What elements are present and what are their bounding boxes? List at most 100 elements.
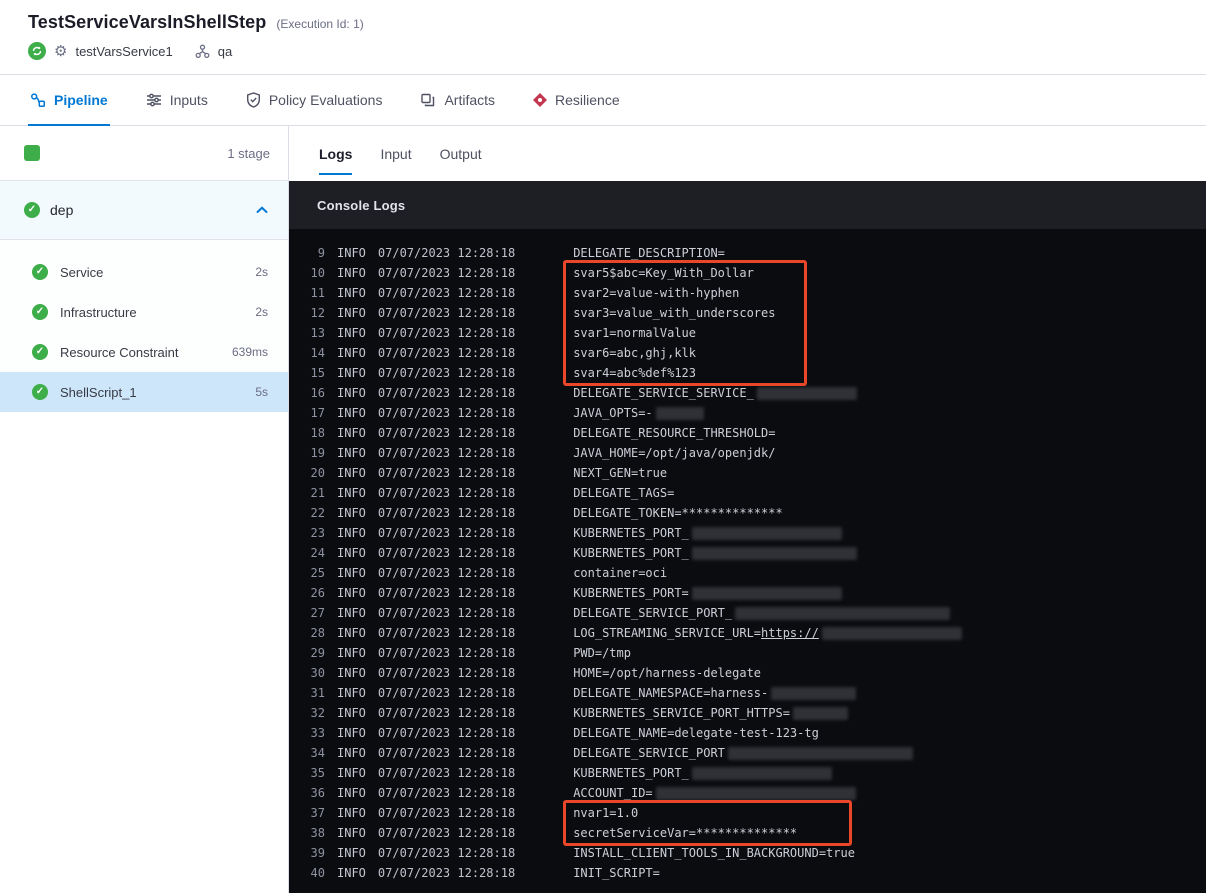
log-message: svar1=normalValue [573, 326, 697, 340]
log-timestamp: 07/07/2023 12:28:18 [377, 726, 516, 740]
tab-artifacts[interactable]: Artifacts [420, 75, 495, 125]
log-line: 28 INFO 07/07/2023 12:28:18 LOG_STREAMING_S… [301, 623, 1206, 643]
log-message: NEXT_GEN=true [573, 466, 668, 480]
log-timestamp: 07/07/2023 12:28:18 [377, 646, 516, 660]
line-number: 31 [310, 686, 325, 700]
log-level: INFO [337, 446, 366, 460]
log-line: 12 INFO 07/07/2023 12:28:18 svar3=value_wit… [301, 303, 1206, 323]
log-level: INFO [337, 646, 366, 660]
log-message: DELEGATE_SERVICE_PORT [573, 743, 913, 763]
log-line: 16 INFO 07/07/2023 12:28:18 DELEGATE_SERVIC… [301, 383, 1206, 403]
redacted-text [691, 766, 832, 780]
sidebar-step-infrastructure[interactable]: ✓ Infrastructure 2s [0, 292, 288, 332]
line-number: 15 [310, 366, 325, 380]
tab-policy-evaluations[interactable]: Policy Evaluations [246, 75, 382, 125]
gear-icon[interactable]: ⚙ [54, 44, 67, 59]
log-timestamp: 07/07/2023 12:28:18 [377, 706, 516, 720]
success-check-icon: ✓ [32, 384, 48, 400]
log-line: 18 INFO 07/07/2023 12:28:18 DELEGATE_RESOUR… [301, 423, 1206, 443]
log-timestamp: 07/07/2023 12:28:18 [377, 306, 516, 320]
log-message: JAVA_HOME=/opt/java/openjdk/ [573, 446, 776, 460]
log-line: 33 INFO 07/07/2023 12:28:18 DELEGATE_NAME=d… [301, 723, 1206, 743]
log-message: DELEGATE_TAGS= [573, 486, 675, 500]
log-message: DELEGATE_DESCRIPTION= [573, 246, 725, 260]
log-message: DELEGATE_RESOURCE_THRESHOLD= [573, 426, 776, 440]
line-number: 35 [310, 766, 325, 780]
step-duration: 2s [255, 305, 268, 319]
header: TestServiceVarsInShellStep (Execution Id… [0, 0, 1206, 75]
policy-evaluations-icon [246, 92, 261, 108]
tab-inputs[interactable]: Inputs [146, 75, 208, 125]
log-message: secretServiceVar=************** [573, 826, 798, 840]
log-level: INFO [337, 306, 366, 320]
log-link[interactable]: https:// [761, 623, 819, 643]
console-tab-output[interactable]: Output [440, 126, 482, 181]
log-level: INFO [337, 366, 366, 380]
log-line: 24 INFO 07/07/2023 12:28:18 KUBERNETES_PORT… [301, 543, 1206, 563]
log-level: INFO [337, 526, 366, 540]
log-level: INFO [337, 546, 366, 560]
log-timestamp: 07/07/2023 12:28:18 [377, 666, 516, 680]
log-line: 21 INFO 07/07/2023 12:28:18 DELEGATE_TAGS= [301, 483, 1206, 503]
step-list: ✓ Service 2s ✓ Infrastructure 2s ✓ Resource Con… [0, 240, 288, 412]
sidebar-step-shellscript-1[interactable]: ✓ ShellScript_1 5s [0, 372, 288, 412]
console-tab-logs[interactable]: Logs [319, 126, 353, 181]
tab-label: Pipeline [54, 92, 108, 108]
log-message: DELEGATE_NAMESPACE=harness- [573, 683, 857, 703]
log-level: INFO [337, 706, 366, 720]
redacted-text [691, 546, 857, 560]
log-timestamp: 07/07/2023 12:28:18 [377, 246, 516, 260]
line-number: 22 [310, 506, 325, 520]
line-number: 19 [310, 446, 325, 460]
log-timestamp: 07/07/2023 12:28:18 [377, 366, 516, 380]
tab-label: Resilience [555, 92, 620, 108]
step-duration: 5s [255, 385, 268, 399]
stage-count: 1 stage [227, 145, 270, 161]
log-message: svar6=abc,ghj,klk [573, 346, 697, 360]
log-lines[interactable]: 9 INFO 07/07/2023 12:28:18 DELEGATE_DESCRIP… [289, 229, 1206, 893]
tab-resilience[interactable]: Resilience [533, 75, 620, 125]
line-number: 23 [310, 526, 325, 540]
line-number: 29 [310, 646, 325, 660]
tab-pipeline[interactable]: Pipeline [28, 75, 110, 126]
log-timestamp: 07/07/2023 12:28:18 [377, 626, 516, 640]
log-message: DELEGATE_SERVICE_PORT_ [573, 603, 951, 623]
log-line: 37 INFO 07/07/2023 12:28:18 nvar1=1.0 [301, 803, 1206, 823]
log-level: INFO [337, 846, 366, 860]
log-timestamp: 07/07/2023 12:28:18 [377, 426, 516, 440]
redacted-text [691, 526, 842, 540]
sidebar-step-resource-constraint[interactable]: ✓ Resource Constraint 639ms [0, 332, 288, 372]
log-message: PWD=/tmp [573, 646, 631, 660]
console-tab-input[interactable]: Input [380, 126, 411, 181]
log-message: JAVA_OPTS=- [573, 403, 704, 423]
line-number: 38 [310, 826, 325, 840]
success-check-icon: ✓ [32, 304, 48, 320]
line-number: 37 [310, 806, 325, 820]
log-timestamp: 07/07/2023 12:28:18 [377, 566, 516, 580]
redacted-text [691, 586, 842, 600]
log-level: INFO [337, 326, 366, 340]
line-number: 21 [310, 486, 325, 500]
log-message: KUBERNETES_PORT= [573, 583, 842, 603]
log-level: INFO [337, 466, 366, 480]
log-line: 17 INFO 07/07/2023 12:28:18 JAVA_OPTS=- [301, 403, 1206, 423]
log-message: DELEGATE_NAME=delegate-test-123-tg [573, 726, 819, 740]
line-number: 13 [310, 326, 325, 340]
step-duration: 639ms [231, 345, 268, 359]
log-line: 9 INFO 07/07/2023 12:28:18 DELEGATE_DESCRIP… [301, 243, 1206, 263]
log-message: HOME=/opt/harness-delegate [573, 666, 762, 680]
stage-row-dep[interactable]: ✓ dep [0, 181, 288, 240]
log-line: 19 INFO 07/07/2023 12:28:18 JAVA_HOME=/opt/… [301, 443, 1206, 463]
step-duration: 2s [255, 265, 268, 279]
line-number: 27 [310, 606, 325, 620]
log-message: DELEGATE_TOKEN=************** [573, 506, 783, 520]
chevron-up-icon[interactable] [256, 206, 268, 214]
log-timestamp: 07/07/2023 12:28:18 [377, 806, 516, 820]
log-timestamp: 07/07/2023 12:28:18 [377, 286, 516, 300]
redacted-text [727, 746, 913, 760]
log-level: INFO [337, 806, 366, 820]
sidebar-step-service[interactable]: ✓ Service 2s [0, 252, 288, 292]
stage-status-square[interactable] [24, 145, 40, 161]
nav-tabs: Pipeline Inputs Policy Evaluations Artifact… [0, 75, 1206, 126]
log-level: INFO [337, 586, 366, 600]
